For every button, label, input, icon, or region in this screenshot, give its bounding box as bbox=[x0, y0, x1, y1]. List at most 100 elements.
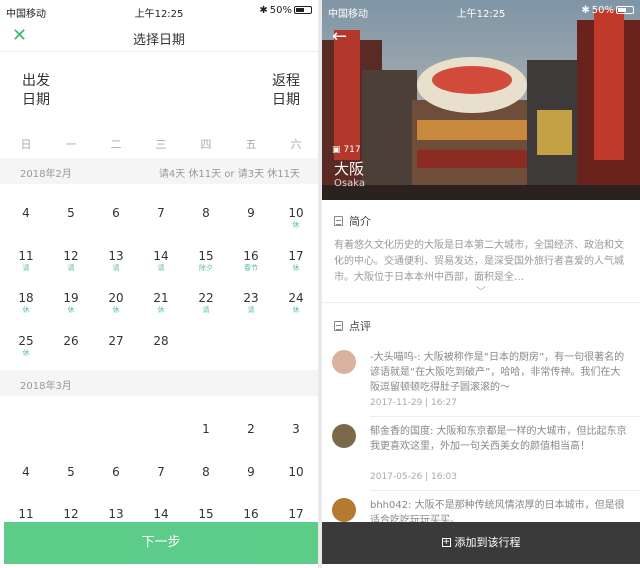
calendar-day[interactable]: 14 请 bbox=[146, 249, 176, 279]
calendar-day[interactable]: 6 bbox=[101, 465, 131, 495]
calendar-day[interactable]: 17 休 bbox=[281, 249, 311, 279]
calendar-day[interactable]: 1 bbox=[191, 422, 221, 452]
day-number: 27 bbox=[108, 334, 124, 348]
calendar-day[interactable]: 9 bbox=[236, 206, 266, 236]
photo-count[interactable]: ▣ 717 bbox=[332, 145, 361, 155]
calendar-day[interactable]: 5 bbox=[56, 206, 86, 236]
day-tag: 休 bbox=[22, 349, 30, 357]
calendar-day[interactable]: 16 春节 bbox=[236, 249, 266, 279]
next-step-button[interactable]: 下一步 bbox=[4, 522, 318, 564]
day-number: 16 bbox=[243, 249, 259, 263]
calendar-day[interactable]: 11 请 bbox=[11, 249, 41, 279]
calendar-day[interactable]: 10 bbox=[281, 465, 311, 495]
add-to-trip-button[interactable]: 添加到该行程 bbox=[322, 522, 640, 564]
bluetooth-icon: ✱ bbox=[581, 5, 590, 16]
calendar-day[interactable]: 23 请 bbox=[236, 291, 266, 321]
calendar-day[interactable]: 4 bbox=[11, 206, 41, 236]
departure-label-2: 日期 bbox=[22, 92, 50, 108]
month-label: 2018年2月 bbox=[20, 169, 72, 180]
calendar-day[interactable]: 26 bbox=[56, 334, 86, 364]
day-number: 12 bbox=[63, 507, 79, 521]
departure-date-field[interactable]: 出发 日期 bbox=[22, 72, 50, 110]
leave-plan-note: 请4天 休11天 or 请3天 休11天 bbox=[158, 169, 300, 180]
day-number: 6 bbox=[112, 206, 120, 220]
day-tag: 春节 bbox=[244, 264, 258, 272]
calendar-day[interactable]: 28 bbox=[146, 334, 176, 364]
day-number: 1 bbox=[202, 422, 210, 436]
status-bar: 中国移动 上午12:25 ✱ 50% bbox=[0, 0, 318, 22]
weekday-label: 六 bbox=[290, 138, 302, 151]
calendar-day[interactable]: 8 bbox=[191, 465, 221, 495]
divider bbox=[370, 416, 640, 417]
day-number: 7 bbox=[157, 206, 165, 220]
photo-count-value: 717 bbox=[343, 145, 361, 155]
calendar-day[interactable]: 10 休 bbox=[281, 206, 311, 236]
comment-icon bbox=[334, 321, 343, 331]
day-number: 9 bbox=[247, 465, 255, 479]
date-picker-screen: 中国移动 上午12:25 ✱ 50% ✕ 选择日期 出发 日期 返程 日期 日 一 二… bbox=[0, 0, 318, 568]
weekday-header: 日一二三四五六 bbox=[0, 136, 318, 151]
battery-icon bbox=[294, 6, 312, 14]
day-tag: 请 bbox=[157, 264, 165, 272]
nav-bar: ✕ 选择日期 bbox=[0, 22, 318, 52]
day-number: 3 bbox=[292, 422, 300, 436]
calendar-day[interactable]: 6 bbox=[101, 206, 131, 236]
review-date: 2017-11-29 | 16:27 bbox=[370, 398, 457, 408]
day-tag: 休 bbox=[292, 264, 300, 272]
day-number: 15 bbox=[198, 249, 214, 263]
calendar-day[interactable]: 13 请 bbox=[101, 249, 131, 279]
city-name: 大阪 bbox=[334, 160, 365, 178]
calendar-day[interactable]: 8 bbox=[191, 206, 221, 236]
day-number: 20 bbox=[108, 291, 124, 305]
day-tag: 请 bbox=[112, 264, 120, 272]
chevron-down-icon[interactable]: ﹀ bbox=[322, 283, 640, 298]
day-number: 14 bbox=[153, 249, 169, 263]
day-number: 26 bbox=[63, 334, 79, 348]
day-tag: 休 bbox=[22, 306, 30, 314]
city-detail-screen: 中国移动 上午12:25 ✱ 50% ← ▣ 717 大阪 Osaka 简介 有着… bbox=[322, 0, 640, 568]
calendar-day[interactable]: 7 bbox=[146, 206, 176, 236]
avatar bbox=[332, 424, 356, 448]
day-number: 17 bbox=[288, 249, 304, 263]
departure-label: 出发 bbox=[22, 73, 50, 89]
battery-indicator: ✱ 50% bbox=[259, 5, 312, 16]
day-number: 15 bbox=[198, 507, 214, 521]
weekday-label: 一 bbox=[65, 138, 77, 151]
calendar-day[interactable]: 15 除夕 bbox=[191, 249, 221, 279]
calendar-day[interactable]: 9 bbox=[236, 465, 266, 495]
return-date-field[interactable]: 返程 日期 bbox=[272, 72, 300, 110]
calendar-day[interactable]: 5 bbox=[56, 465, 86, 495]
day-tag: 休 bbox=[112, 306, 120, 314]
review-text: 郁金香的国度: 大阪和东京都是一样的大城市，但比起东京我更喜欢这里，外加一句关西… bbox=[370, 426, 627, 452]
back-arrow-icon[interactable]: ← bbox=[332, 26, 347, 47]
calendar-day[interactable]: 27 bbox=[101, 334, 131, 364]
calendar-day[interactable]: 21 休 bbox=[146, 291, 176, 321]
day-number: 17 bbox=[288, 507, 304, 521]
day-number: 7 bbox=[157, 465, 165, 479]
calendar-day[interactable]: 18 休 bbox=[11, 291, 41, 321]
day-number: 23 bbox=[243, 291, 259, 305]
day-number: 13 bbox=[108, 249, 124, 263]
day-tag: 休 bbox=[157, 306, 165, 314]
day-tag: 休 bbox=[292, 306, 300, 314]
month-label: 2018年3月 bbox=[20, 381, 72, 392]
status-bar: 中国移动 上午12:25 ✱ 50% bbox=[322, 0, 640, 22]
day-number: 11 bbox=[18, 507, 34, 521]
day-number: 5 bbox=[67, 465, 75, 479]
calendar-day[interactable]: 4 bbox=[11, 465, 41, 495]
calendar-day[interactable]: 24 休 bbox=[281, 291, 311, 321]
calendar-day[interactable]: 25 休 bbox=[11, 334, 41, 364]
day-number: 28 bbox=[153, 334, 169, 348]
day-number: 14 bbox=[153, 507, 169, 521]
calendar-day[interactable]: 7 bbox=[146, 465, 176, 495]
weekday-label: 三 bbox=[155, 138, 167, 151]
calendar-day[interactable]: 12 请 bbox=[56, 249, 86, 279]
day-number: 5 bbox=[67, 206, 75, 220]
calendar-day[interactable]: 19 休 bbox=[56, 291, 86, 321]
calendar-day[interactable]: 2 bbox=[236, 422, 266, 452]
calendar-day[interactable]: 22 请 bbox=[191, 291, 221, 321]
return-label-2: 日期 bbox=[272, 92, 300, 108]
calendar-day[interactable]: 20 休 bbox=[101, 291, 131, 321]
day-number: 22 bbox=[198, 291, 214, 305]
calendar-day[interactable]: 3 bbox=[281, 422, 311, 452]
